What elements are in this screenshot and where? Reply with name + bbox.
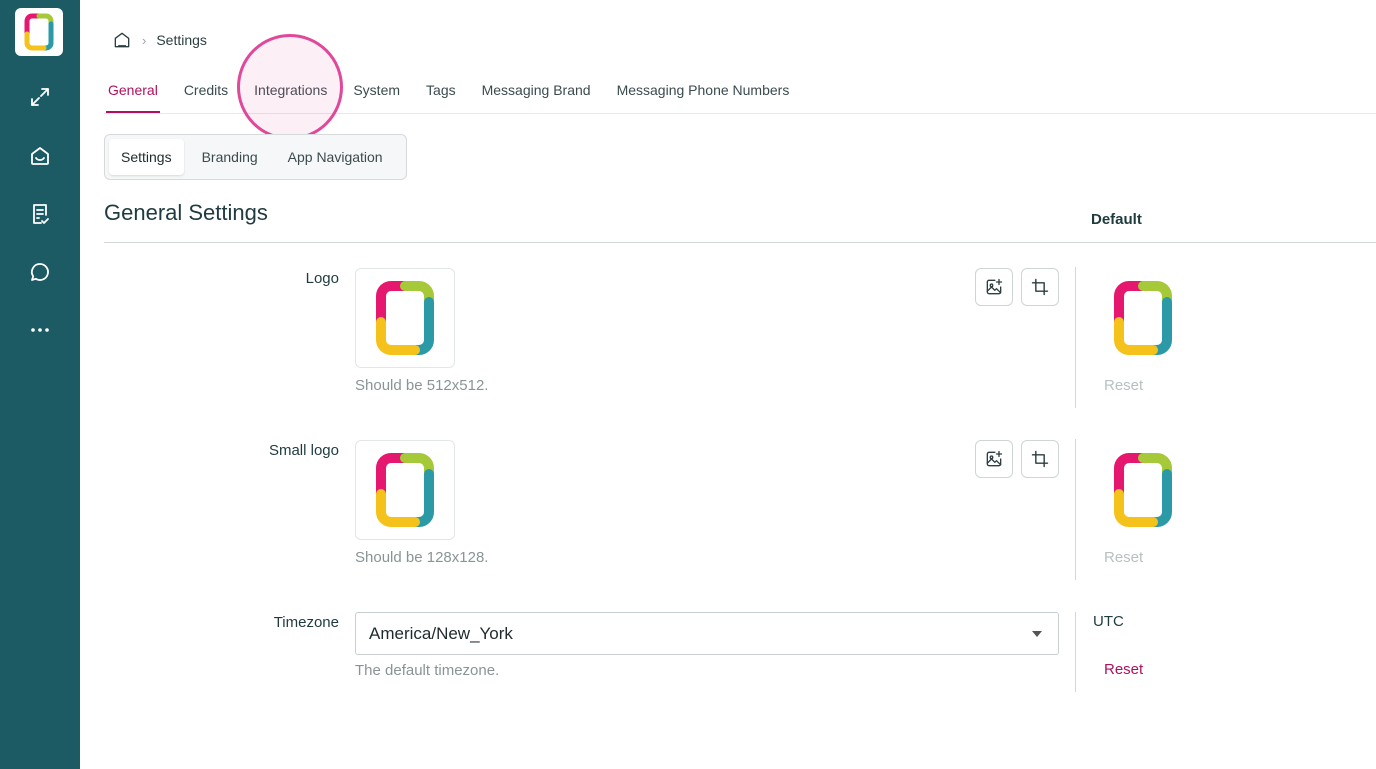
subtab-app-navigation[interactable]: App Navigation [276, 139, 395, 175]
default-column-divider [1075, 612, 1076, 692]
section-title: General Settings [104, 200, 268, 225]
subtab-branding[interactable]: Branding [190, 139, 270, 175]
main-content: › Settings General Credits Integrations … [80, 0, 1376, 769]
timezone-reset-button[interactable]: Reset [1104, 661, 1143, 678]
default-logo-preview [1113, 278, 1173, 358]
crop-icon [1031, 278, 1049, 296]
timezone-hint: The default timezone. [355, 662, 500, 679]
small-logo-hint: Should be 128x128. [355, 549, 489, 566]
tab-bar: General Credits Integrations System Tags… [106, 80, 813, 114]
brand-logo-icon [376, 281, 434, 355]
subtab-settings[interactable]: Settings [109, 139, 184, 175]
brand-logo-icon [24, 13, 54, 51]
tab-messaging-brand[interactable]: Messaging Brand [480, 80, 593, 113]
section-divider [104, 242, 1376, 243]
crop-icon [1031, 450, 1049, 468]
tab-general[interactable]: General [106, 80, 160, 113]
brand-logo-icon [376, 453, 434, 527]
brand-logo-icon [1114, 453, 1172, 527]
chat-icon[interactable] [26, 258, 54, 286]
timezone-default-value: UTC [1093, 613, 1124, 630]
logo-reset-button[interactable]: Reset [1104, 377, 1143, 394]
tasks-icon[interactable] [26, 200, 54, 228]
timezone-select[interactable]: America/New_York [355, 612, 1059, 655]
crop-logo-button[interactable] [1021, 268, 1059, 306]
logo-preview [355, 268, 455, 368]
breadcrumb-current: Settings [156, 32, 207, 48]
tab-system[interactable]: System [351, 80, 402, 113]
subtab-group: Settings Branding App Navigation [104, 134, 407, 180]
expand-icon[interactable] [26, 83, 54, 111]
tab-divider [104, 113, 1376, 114]
timezone-select-value: America/New_York [369, 623, 513, 643]
default-small-logo-preview [1113, 450, 1173, 530]
upload-small-logo-button[interactable] [975, 440, 1013, 478]
crop-small-logo-button[interactable] [1021, 440, 1059, 478]
small-logo-label: Small logo [268, 442, 339, 459]
timezone-label: Timezone [273, 614, 339, 631]
default-column-divider [1075, 267, 1076, 408]
tab-tags[interactable]: Tags [424, 80, 458, 113]
breadcrumb-separator-icon: › [142, 32, 147, 48]
image-add-icon [986, 278, 1003, 295]
dropdown-caret-icon [1032, 631, 1042, 637]
small-logo-reset-button[interactable]: Reset [1104, 549, 1143, 566]
tab-integrations[interactable]: Integrations [252, 80, 329, 113]
sidebar [0, 0, 80, 769]
home-icon[interactable] [112, 30, 132, 50]
default-column-divider [1075, 439, 1076, 580]
inbox-icon[interactable] [26, 142, 54, 170]
logo-label: Logo [305, 270, 339, 287]
brand-logo-icon [1114, 281, 1172, 355]
upload-logo-button[interactable] [975, 268, 1013, 306]
logo-hint: Should be 512x512. [355, 377, 489, 394]
default-column-header: Default [1091, 211, 1142, 228]
breadcrumb: › Settings [112, 30, 207, 50]
image-add-icon [986, 450, 1003, 467]
app-logo[interactable] [15, 8, 63, 56]
more-icon[interactable] [26, 316, 54, 344]
tab-credits[interactable]: Credits [182, 80, 230, 113]
tab-messaging-phone-numbers[interactable]: Messaging Phone Numbers [615, 80, 792, 113]
small-logo-preview [355, 440, 455, 540]
